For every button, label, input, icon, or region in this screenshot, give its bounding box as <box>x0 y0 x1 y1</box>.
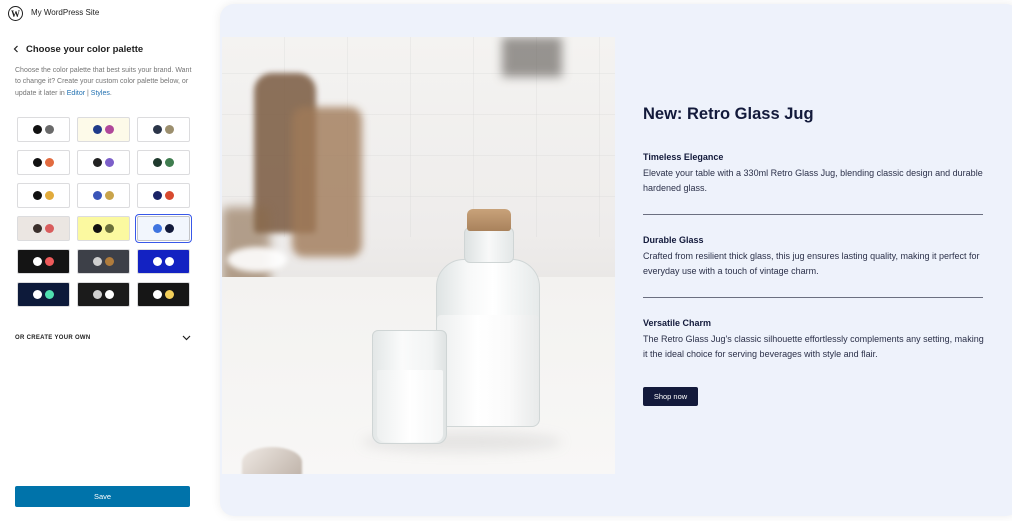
feature-text: The Retro Glass Jug's classic silhouette… <box>643 334 984 359</box>
color-dot <box>165 290 174 299</box>
palette-swatch[interactable] <box>77 117 130 142</box>
editor-link[interactable]: Editor <box>67 90 85 97</box>
feature-block: Timeless Elegance Elevate your table wit… <box>643 152 988 196</box>
color-dot <box>93 191 102 200</box>
color-dot <box>93 125 102 134</box>
palette-swatch[interactable] <box>17 216 70 241</box>
feature-heading: Versatile Charm <box>643 318 712 328</box>
color-dot <box>33 257 42 266</box>
color-dot <box>45 158 54 167</box>
chevron-down-icon <box>182 335 191 341</box>
palette-swatch[interactable] <box>137 282 190 307</box>
palette-swatch[interactable] <box>77 183 130 208</box>
color-dot <box>105 257 114 266</box>
color-dot <box>165 158 174 167</box>
palette-swatch[interactable] <box>77 282 130 307</box>
palette-swatch[interactable] <box>137 150 190 175</box>
styles-link[interactable]: Styles <box>91 90 110 97</box>
color-dot <box>45 290 54 299</box>
color-dot <box>45 191 54 200</box>
color-dot <box>105 290 114 299</box>
create-own-label: OR CREATE YOUR OWN <box>15 335 91 341</box>
palette-swatch[interactable] <box>17 282 70 307</box>
color-dot <box>33 224 42 233</box>
back-button[interactable] <box>9 42 23 56</box>
color-dot <box>105 158 114 167</box>
product-title: New: Retro Glass Jug <box>643 105 814 123</box>
color-dot <box>33 158 42 167</box>
color-dot <box>45 257 54 266</box>
color-dot <box>153 191 162 200</box>
palette-swatch[interactable] <box>77 249 130 274</box>
color-dot <box>33 191 42 200</box>
feature-text: Elevate your table with a 330ml Retro Gl… <box>643 168 983 193</box>
app-root: W My WordPress Site Choose your color pa… <box>0 0 1012 521</box>
panel-description: Choose the color palette that best suits… <box>15 65 195 99</box>
color-dot <box>45 224 54 233</box>
palette-swatch[interactable] <box>17 117 70 142</box>
color-dot <box>93 290 102 299</box>
palette-swatch[interactable] <box>137 117 190 142</box>
wordpress-logo-icon[interactable]: W <box>8 6 23 21</box>
preview-canvas: New: Retro Glass Jug Timeless Elegance E… <box>220 4 1012 516</box>
color-dot <box>45 125 54 134</box>
feature-heading: Durable Glass <box>643 235 704 245</box>
create-own-toggle[interactable]: OR CREATE YOUR OWN <box>15 330 191 346</box>
feature-block: Versatile Charm The Retro Glass Jug's cl… <box>643 318 988 362</box>
color-dot <box>153 290 162 299</box>
palette-swatch[interactable] <box>137 249 190 274</box>
palette-swatch[interactable] <box>17 183 70 208</box>
color-dot <box>33 290 42 299</box>
palette-swatch[interactable] <box>17 150 70 175</box>
divider <box>643 297 983 298</box>
feature-block: Durable Glass Crafted from resilient thi… <box>643 235 988 279</box>
color-dot <box>93 257 102 266</box>
color-dot <box>153 257 162 266</box>
divider <box>643 214 983 215</box>
feature-heading: Timeless Elegance <box>643 152 724 162</box>
panel-title: Choose your color palette <box>26 44 144 55</box>
topbar: W My WordPress Site <box>0 0 208 28</box>
color-dot <box>93 158 102 167</box>
color-dot <box>153 158 162 167</box>
shop-now-button[interactable]: Shop now <box>643 387 698 406</box>
color-dot <box>165 224 174 233</box>
color-dot <box>165 125 174 134</box>
chevron-left-icon <box>13 45 18 53</box>
product-image <box>222 37 615 474</box>
palette-swatch[interactable] <box>77 150 130 175</box>
feature-text: Crafted from resilient thick glass, this… <box>643 251 980 276</box>
palette-grid <box>17 117 192 307</box>
color-dot <box>165 191 174 200</box>
palette-swatch[interactable] <box>135 214 192 243</box>
sidebar: W My WordPress Site Choose your color pa… <box>0 0 208 521</box>
color-dot <box>105 224 114 233</box>
description-end: . <box>109 89 112 97</box>
color-dot <box>105 191 114 200</box>
color-dot <box>33 125 42 134</box>
site-title[interactable]: My WordPress Site <box>31 8 99 17</box>
palette-swatch[interactable] <box>17 249 70 274</box>
color-dot <box>153 224 162 233</box>
color-dot <box>93 224 102 233</box>
color-dot <box>153 125 162 134</box>
color-dot <box>105 125 114 134</box>
save-button[interactable]: Save <box>15 486 190 507</box>
color-dot <box>165 257 174 266</box>
palette-swatch[interactable] <box>77 216 130 241</box>
palette-swatch[interactable] <box>137 183 190 208</box>
